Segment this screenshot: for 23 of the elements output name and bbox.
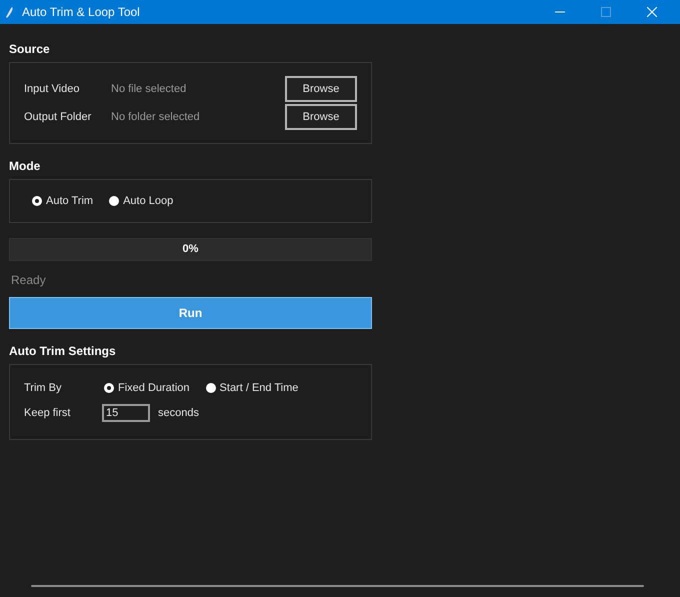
section-title: Auto Trim Settings [9, 343, 117, 360]
window-title: Auto Trim & Loop Tool [22, 4, 140, 21]
field-label: Keep first [24, 406, 72, 421]
close-icon [647, 7, 657, 17]
progress-text: 0% [182, 242, 200, 258]
duration-input[interactable]: 15 [102, 404, 150, 422]
radio-button[interactable]: Auto Trim [32, 192, 94, 210]
maximize-icon [601, 7, 611, 17]
browse-button[interactable]: Browse [285, 76, 357, 102]
path-text: No file selected [111, 82, 186, 97]
field-label: Trim By [24, 380, 62, 396]
section-title: Source [9, 41, 51, 58]
unit-label: seconds [158, 406, 199, 421]
radio-button[interactable]: Start / End Time [206, 380, 298, 396]
field-label: Output Folder [24, 110, 92, 125]
field-label: Input Video [24, 82, 80, 97]
radio-button[interactable]: Auto Loop [109, 192, 174, 210]
status-text: Ready [11, 272, 47, 289]
path-text: No folder selected [111, 110, 200, 125]
radio-button[interactable]: Fixed Duration [104, 380, 190, 396]
feather-icon [5, 6, 14, 18]
section-title: Mode [9, 158, 42, 175]
browse-button[interactable]: Browse [285, 104, 357, 130]
